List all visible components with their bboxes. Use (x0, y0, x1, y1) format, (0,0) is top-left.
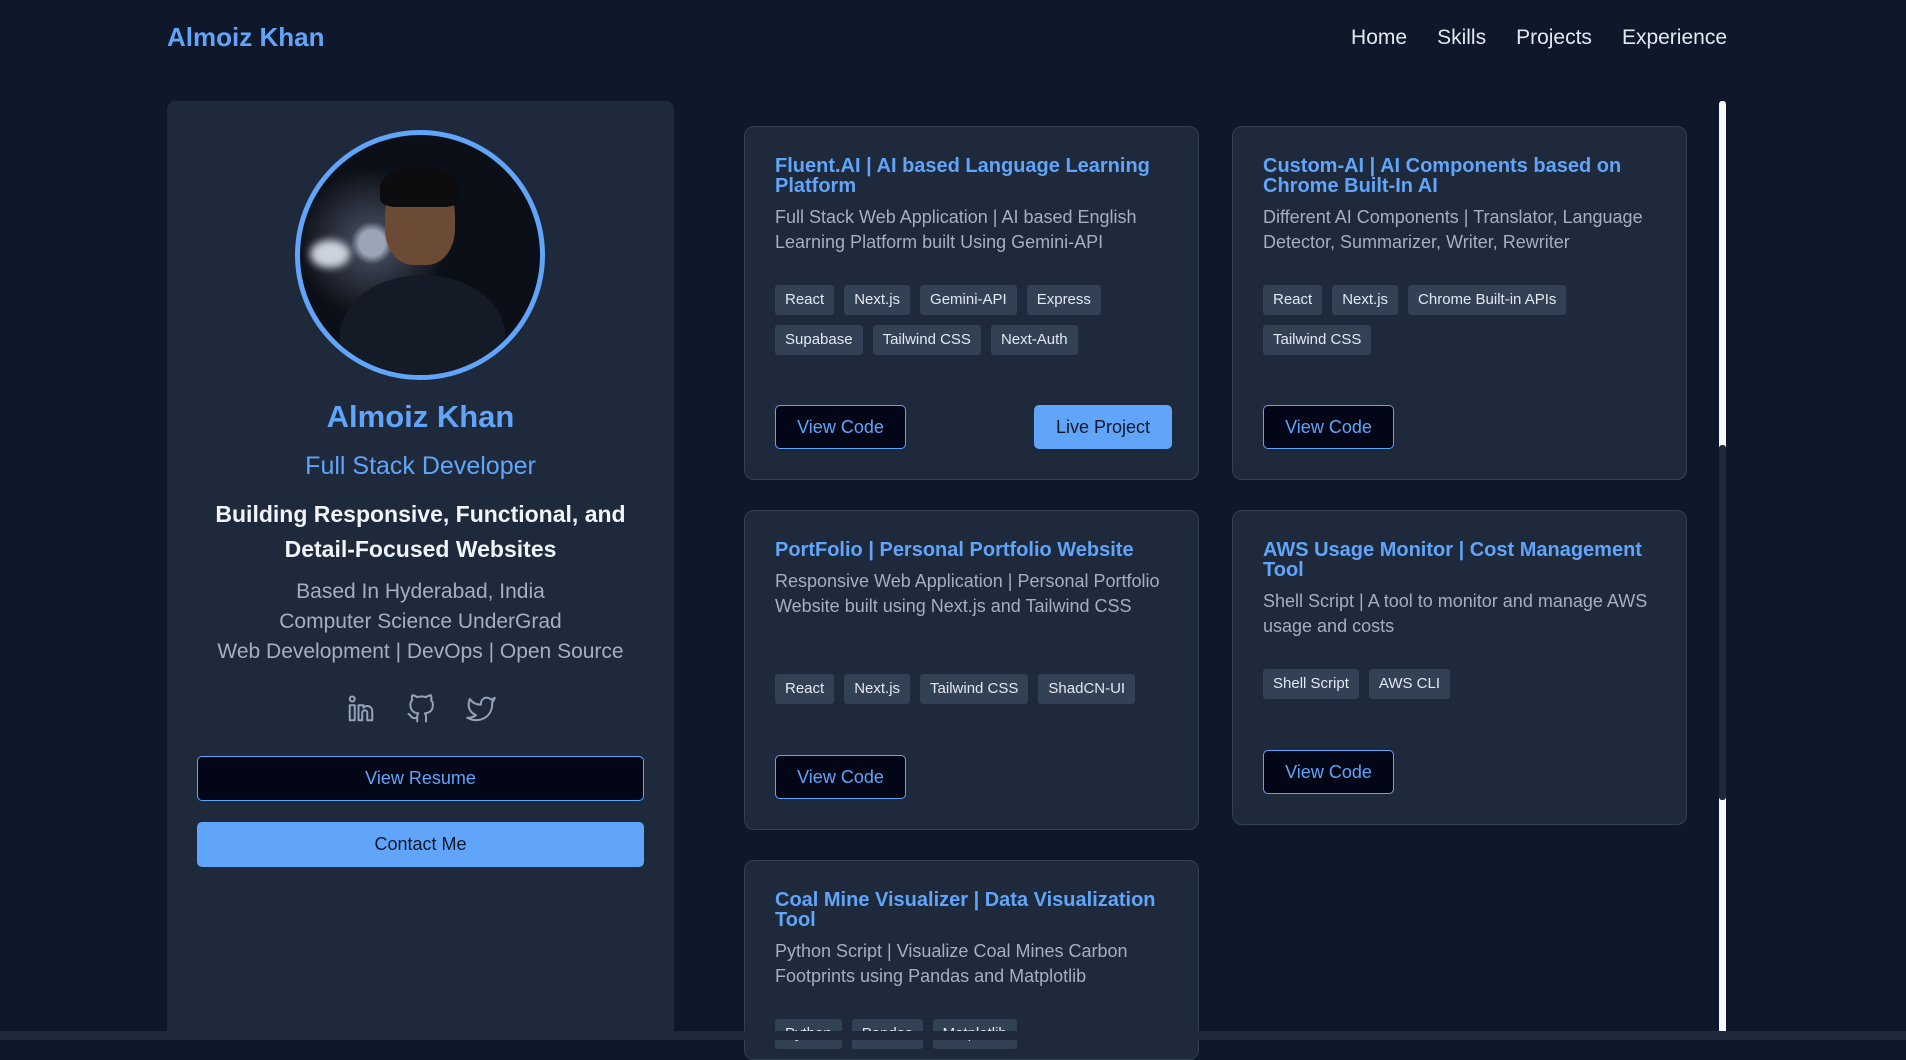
tag: Next-Auth (990, 325, 1078, 355)
nav-link-experience[interactable]: Experience (1622, 26, 1727, 50)
project-tags: Shell Script AWS CLI (1263, 669, 1673, 699)
tag: Supabase (775, 325, 863, 355)
tag: React (1263, 285, 1323, 315)
tag: Tailwind CSS (920, 674, 1029, 704)
twitter-icon[interactable] (465, 694, 496, 724)
github-icon[interactable] (406, 694, 436, 724)
profile-location: Based In Hyderabad, India (296, 580, 545, 603)
tag: React (775, 674, 835, 704)
tag: ShadCN-UI (1038, 674, 1136, 704)
nav-links: Home Skills Projects Experience (1351, 26, 1727, 50)
contact-me-button[interactable]: Contact Me (197, 822, 644, 867)
avatar-body (340, 275, 505, 375)
profile-card: Almoiz Khan Full Stack Developer Buildin… (167, 101, 674, 1040)
profile-name: Almoiz Khan (326, 399, 515, 434)
avatar-hair (380, 167, 460, 207)
avatar (295, 130, 545, 380)
tag: Shell Script (1263, 669, 1359, 699)
social-links (167, 694, 674, 724)
profile-info: Based In Hyderabad, India Computer Scien… (167, 577, 674, 667)
top-navbar: Almoiz Khan Home Skills Projects Experie… (0, 0, 1906, 80)
view-code-button[interactable]: View Code (1263, 405, 1394, 449)
project-title: Fluent.AI | AI based Language Learning P… (775, 155, 1150, 197)
profile-education: Computer Science UnderGrad (279, 610, 562, 633)
view-code-button[interactable]: View Code (775, 755, 906, 799)
live-project-button[interactable]: Live Project (1034, 405, 1172, 449)
tag: Next.js (844, 674, 911, 704)
avatar-light (310, 240, 350, 268)
project-description: Full Stack Web Application | AI based En… (775, 207, 1137, 252)
view-code-button[interactable]: View Code (1263, 750, 1394, 794)
tag: AWS CLI (1368, 669, 1450, 699)
tag: Gemini-API (920, 285, 1017, 315)
linkedin-icon[interactable] (346, 694, 376, 724)
brand-logo[interactable]: Almoiz Khan (167, 22, 324, 53)
projects-scrollbar-thumb[interactable] (1719, 445, 1726, 800)
project-card-custom-ai: Custom-AI | AI Components based on Chrom… (1232, 126, 1687, 480)
project-tags: React Next.js Gemini-API Express Supabas… (775, 285, 1185, 355)
window-bottom-edge (0, 1031, 1906, 1040)
view-resume-button[interactable]: View Resume (197, 756, 644, 801)
project-description: Different AI Components | Translator, La… (1263, 207, 1643, 252)
tag: Next.js (844, 285, 911, 315)
project-card-aws-monitor: AWS Usage Monitor | Cost Management Tool… (1232, 510, 1687, 825)
profile-role: Full Stack Developer (305, 452, 536, 480)
tag: Next.js (1332, 285, 1399, 315)
nav-link-projects[interactable]: Projects (1516, 26, 1592, 50)
nav-link-skills[interactable]: Skills (1437, 26, 1486, 50)
project-title: Custom-AI | AI Components based on Chrom… (1263, 155, 1622, 197)
project-title: PortFolio | Personal Portfolio Website (775, 539, 1134, 561)
tag: Chrome Built-in APIs (1408, 285, 1567, 315)
tag: Tailwind CSS (1263, 325, 1372, 355)
project-tags: React Next.js Tailwind CSS ShadCN-UI (775, 674, 1185, 704)
profile-interests: Web Development | DevOps | Open Source (217, 640, 624, 663)
project-card-fluent-ai: Fluent.AI | AI based Language Learning P… (744, 126, 1199, 480)
project-description: Responsive Web Application | Personal Po… (775, 571, 1160, 616)
nav-link-home[interactable]: Home (1351, 26, 1407, 50)
tag: React (775, 285, 835, 315)
tag: Express (1026, 285, 1101, 315)
tag: Tailwind CSS (872, 325, 981, 355)
project-tags: React Next.js Chrome Built-in APIs Tailw… (1263, 285, 1673, 355)
profile-tagline: Building Responsive, Functional, and Det… (215, 501, 626, 562)
project-card-portfolio: PortFolio | Personal Portfolio Website R… (744, 510, 1199, 830)
project-description: Python Script | Visualize Coal Mines Car… (775, 941, 1128, 986)
project-card-coal-mine: Coal Mine Visualizer | Data Visualizatio… (744, 860, 1199, 1060)
project-title: Coal Mine Visualizer | Data Visualizatio… (775, 889, 1156, 931)
project-title: AWS Usage Monitor | Cost Management Tool (1263, 539, 1642, 581)
view-code-button[interactable]: View Code (775, 405, 906, 449)
project-description: Shell Script | A tool to monitor and man… (1263, 591, 1648, 636)
